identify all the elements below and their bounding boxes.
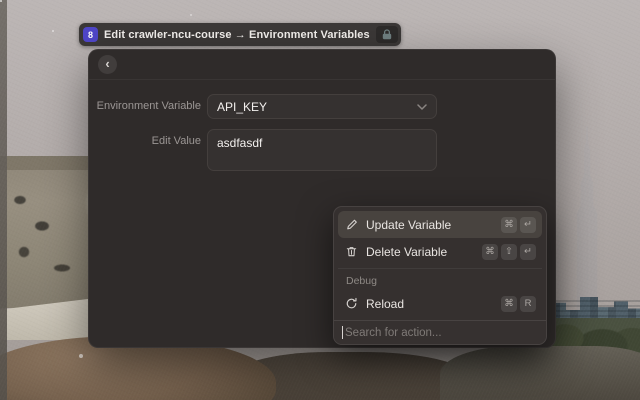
key-return: ↵ — [520, 216, 536, 233]
action-search-input[interactable] — [345, 326, 538, 339]
form-row-edit-value: Edit Value asdfasdf — [89, 129, 555, 171]
environment-variable-dropdown[interactable]: API_KEY — [207, 94, 437, 119]
dropdown-selected-value: API_KEY — [217, 99, 268, 114]
edit-value-textarea[interactable]: asdfasdf — [207, 129, 437, 171]
reload-icon — [344, 297, 358, 311]
key-return: ↵ — [520, 243, 536, 260]
lock-badge-button[interactable] — [375, 26, 398, 43]
action-item-label: Update Variable — [366, 217, 452, 232]
shortcut-keys: ⌘ ⇧ ↵ — [482, 243, 536, 260]
panel-header: ‹ — [89, 50, 555, 80]
action-item-update-variable[interactable]: Update Variable ⌘ ↵ — [338, 211, 542, 238]
navigation-title-pill: 8 Edit crawler-ncu-course → Environment … — [79, 23, 401, 46]
pencil-icon — [344, 218, 358, 232]
text-cursor — [342, 326, 343, 339]
field-label: Edit Value — [151, 135, 201, 147]
back-button[interactable]: ‹ — [98, 55, 117, 74]
key-cmd: ⌘ — [501, 216, 517, 233]
key-shift: ⇧ — [501, 243, 517, 260]
form: Environment Variable API_KEY Edit Value … — [89, 80, 555, 171]
extension-icon: 8 — [83, 27, 98, 42]
shortcut-keys: ⌘ R — [501, 295, 536, 312]
chevron-down-icon — [417, 103, 427, 110]
action-menu: Update Variable ⌘ ↵ Delete Variable ⌘ ⇧ … — [333, 206, 547, 345]
navigation-title: Edit crawler-ncu-course → Environment Va… — [104, 28, 370, 41]
section-header-debug: Debug — [338, 268, 542, 290]
action-search-bar — [334, 320, 546, 344]
trash-icon — [344, 245, 358, 259]
key-cmd: ⌘ — [501, 295, 517, 312]
key-cmd: ⌘ — [482, 243, 498, 260]
dust-speckles — [0, 0, 2, 2]
action-item-label: Reload — [366, 296, 405, 311]
field-label: Environment Variable — [96, 100, 201, 112]
action-item-label: Delete Variable — [366, 244, 448, 259]
form-row-environment-variable: Environment Variable API_KEY — [89, 94, 555, 119]
action-item-reload[interactable]: Reload ⌘ R — [338, 290, 542, 317]
action-item-delete-variable[interactable]: Delete Variable ⌘ ⇧ ↵ — [338, 238, 542, 265]
key-r: R — [520, 295, 536, 312]
screen: 8 Edit crawler-ncu-course → Environment … — [0, 0, 640, 400]
action-list: Update Variable ⌘ ↵ Delete Variable ⌘ ⇧ … — [334, 207, 546, 320]
lock-icon — [382, 29, 391, 40]
shortcut-keys: ⌘ ↵ — [501, 216, 536, 233]
